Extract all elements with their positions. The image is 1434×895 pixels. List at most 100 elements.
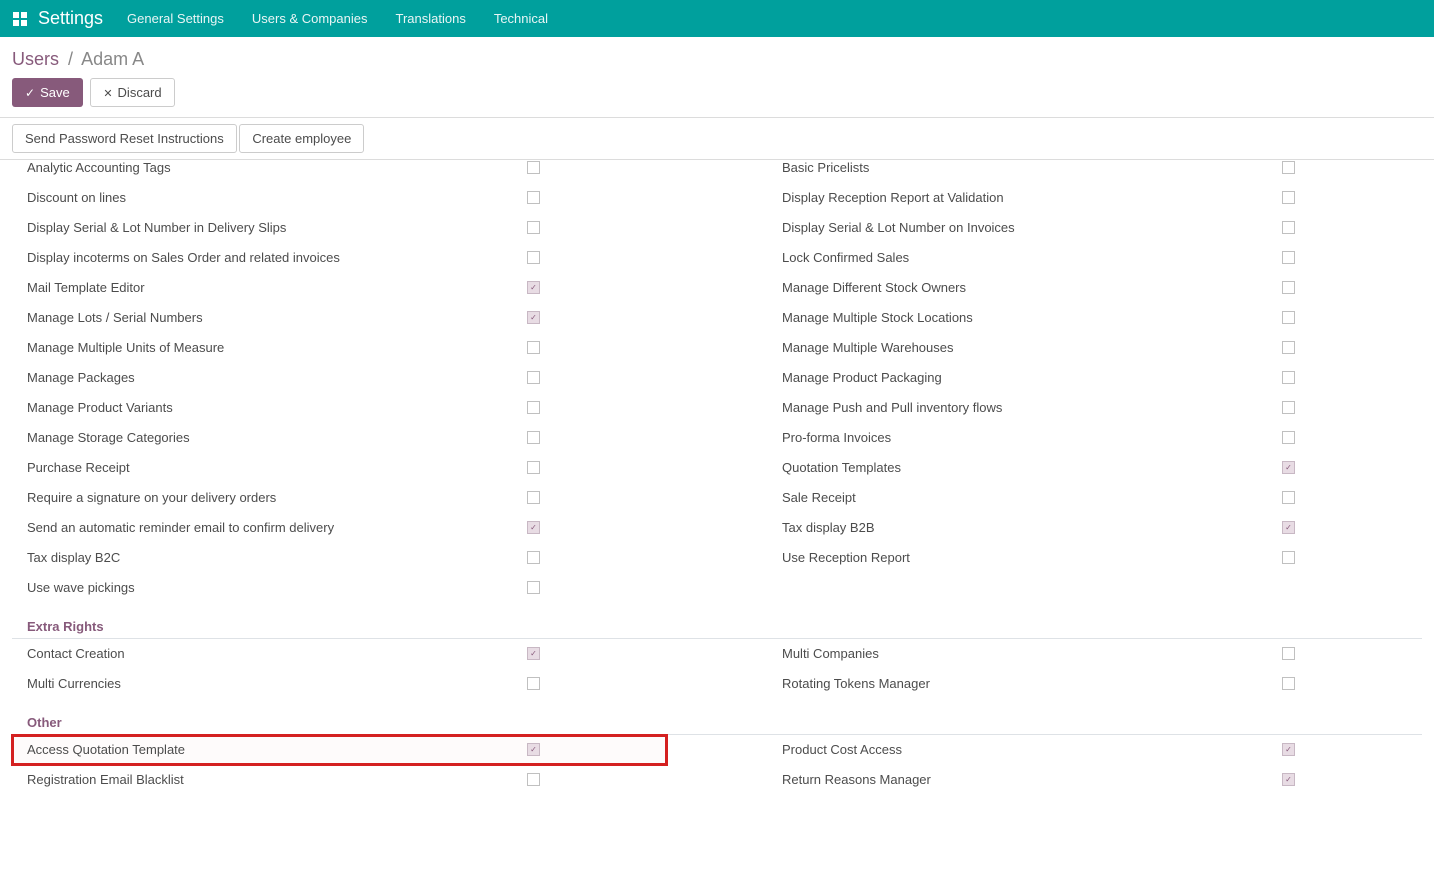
permissions-grid-other: Access Quotation Template✓Registration E… [12,735,1422,795]
permissions-grid-extra: Contact Creation✓ Multi Currencies Multi … [12,639,1422,699]
close-icon [103,85,112,100]
perm-check-wrap [1282,431,1422,444]
checkbox-product-cost-access[interactable]: ✓ [1282,743,1295,756]
checkbox-use-wave-pickings[interactable] [527,581,540,594]
nav-general-settings[interactable]: General Settings [127,11,224,26]
apps-icon[interactable] [12,11,28,27]
perm-label: Manage Multiple Stock Locations [767,310,1282,325]
secondary-actions: Send Password Reset Instructions Create … [0,117,1434,160]
nav-users-companies[interactable]: Users & Companies [252,11,368,26]
perm-row-basic-pricelists: Basic Pricelists [767,160,1422,183]
checkbox-purchase-receipt[interactable] [527,461,540,474]
checkbox-lock-confirmed-sales[interactable] [1282,251,1295,264]
checkbox-manage-product-variants[interactable] [527,401,540,414]
permissions-grid-main: Analytic Accounting TagsDiscount on line… [12,160,1422,603]
checkbox-analytic-accounting-tags[interactable] [527,161,540,174]
checkbox-send-an-automatic-reminder-email-to-confirm-delivery[interactable]: ✓ [527,521,540,534]
checkbox-basic-pricelists[interactable] [1282,161,1295,174]
perm-row-display-reception-report-at-validation: Display Reception Report at Validation [767,183,1422,213]
perm-label: Display incoterms on Sales Order and rel… [12,250,527,265]
checkbox-require-a-signature-on-your-delivery-orders[interactable] [527,491,540,504]
perm-check-wrap [527,551,667,564]
perm-label: Lock Confirmed Sales [767,250,1282,265]
checkbox-pro-forma-invoices[interactable] [1282,431,1295,444]
perm-row-manage-packages: Manage Packages [12,363,667,393]
send-password-reset-button[interactable]: Send Password Reset Instructions [12,124,237,153]
checkbox-manage-storage-categories[interactable] [527,431,540,444]
perm-row-manage-multiple-warehouses: Manage Multiple Warehouses [767,333,1422,363]
checkbox-multi-companies[interactable] [1282,647,1295,660]
checkbox-manage-product-packaging[interactable] [1282,371,1295,384]
checkbox-manage-multiple-warehouses[interactable] [1282,341,1295,354]
checkbox-quotation-templates[interactable]: ✓ [1282,461,1295,474]
nav-technical[interactable]: Technical [494,11,548,26]
check-icon [25,85,35,100]
perm-row-manage-multiple-units-of-measure: Manage Multiple Units of Measure [12,333,667,363]
perm-label: Manage Push and Pull inventory flows [767,400,1282,415]
nav-brand[interactable]: Settings [38,8,103,29]
perm-label: Send an automatic reminder email to conf… [12,520,527,535]
checkbox-manage-packages[interactable] [527,371,540,384]
nav-translations[interactable]: Translations [396,11,466,26]
perm-label: Use Reception Report [767,550,1282,565]
perm-check-wrap [527,461,667,474]
perm-row-multi-currencies: Multi Currencies [12,669,667,699]
perm-check-wrap [1282,677,1422,690]
perm-row-manage-multiple-stock-locations: Manage Multiple Stock Locations [767,303,1422,333]
breadcrumb: Users / Adam A [12,49,1422,70]
perm-label: Contact Creation [12,646,527,661]
checkbox-mail-template-editor[interactable]: ✓ [527,281,540,294]
breadcrumb-users-link[interactable]: Users [12,49,59,69]
perm-label: Analytic Accounting Tags [12,160,527,175]
perm-row-manage-storage-categories: Manage Storage Categories [12,423,667,453]
perm-col-right-extra: Multi CompaniesRotating Tokens Manager [767,639,1422,699]
save-button[interactable]: Save [12,78,83,107]
perm-row-manage-push-and-pull-inventory-flows: Manage Push and Pull inventory flows [767,393,1422,423]
perm-col-right: Basic Pricelists Display Reception Report… [767,160,1422,603]
section-other: Other [12,699,1422,735]
checkbox-manage-multiple-units-of-measure[interactable] [527,341,540,354]
perm-row-display-serial-lot-number-in-delivery-slips: Display Serial & Lot Number in Delivery … [12,213,667,243]
perm-row-use-reception-report: Use Reception Report [767,543,1422,573]
perm-row-require-a-signature-on-your-delivery-orders: Require a signature on your delivery ord… [12,483,667,513]
checkbox-display-serial-lot-number-in-delivery-slips[interactable] [527,221,540,234]
perm-check-wrap [1282,191,1422,204]
checkbox-contact-creation[interactable]: ✓ [527,647,540,660]
checkbox-multi-currencies[interactable] [527,677,540,690]
perm-row-multi-companies: Multi Companies [767,639,1422,669]
perm-row-rotating-tokens-manager: Rotating Tokens Manager [767,669,1422,699]
perm-label: Tax display B2B [767,520,1282,535]
perm-check-wrap [1282,371,1422,384]
perm-row-product-cost-access: Product Cost Access✓ [767,735,1422,765]
checkbox-manage-lots-serial-numbers[interactable]: ✓ [527,311,540,324]
perm-check-wrap [1282,221,1422,234]
checkbox-manage-multiple-stock-locations[interactable] [1282,311,1295,324]
checkbox-display-serial-lot-number-on-invoices[interactable] [1282,221,1295,234]
perm-label: Quotation Templates [767,460,1282,475]
breadcrumb-bar: Users / Adam A [0,37,1434,78]
perm-label: Basic Pricelists [767,160,1282,175]
perm-check-wrap [527,773,667,786]
checkbox-display-incoterms-on-sales-order-and-related-invoices[interactable] [527,251,540,264]
checkbox-manage-different-stock-owners[interactable] [1282,281,1295,294]
perm-check-wrap: ✓ [527,647,667,660]
perm-col-left-other: Access Quotation Template✓Registration E… [12,735,667,795]
perm-check-wrap [1282,311,1422,324]
perm-label: Display Reception Report at Validation [767,190,1282,205]
checkbox-rotating-tokens-manager[interactable] [1282,677,1295,690]
create-employee-button[interactable]: Create employee [239,124,364,153]
checkbox-discount-on-lines[interactable] [527,191,540,204]
checkbox-tax-display-b2b[interactable]: ✓ [1282,521,1295,534]
perm-check-wrap [1282,647,1422,660]
checkbox-display-reception-report-at-validation[interactable] [1282,191,1295,204]
checkbox-sale-receipt[interactable] [1282,491,1295,504]
checkbox-access-quotation-template[interactable]: ✓ [527,743,540,756]
discard-button[interactable]: Discard [90,78,174,107]
checkbox-manage-push-and-pull-inventory-flows[interactable] [1282,401,1295,414]
checkbox-use-reception-report[interactable] [1282,551,1295,564]
perm-row-pro-forma-invoices: Pro-forma Invoices [767,423,1422,453]
checkbox-tax-display-b2c[interactable] [527,551,540,564]
checkbox-registration-email-blacklist[interactable] [527,773,540,786]
checkbox-return-reasons-manager[interactable]: ✓ [1282,773,1295,786]
perm-label: Manage Multiple Units of Measure [12,340,527,355]
